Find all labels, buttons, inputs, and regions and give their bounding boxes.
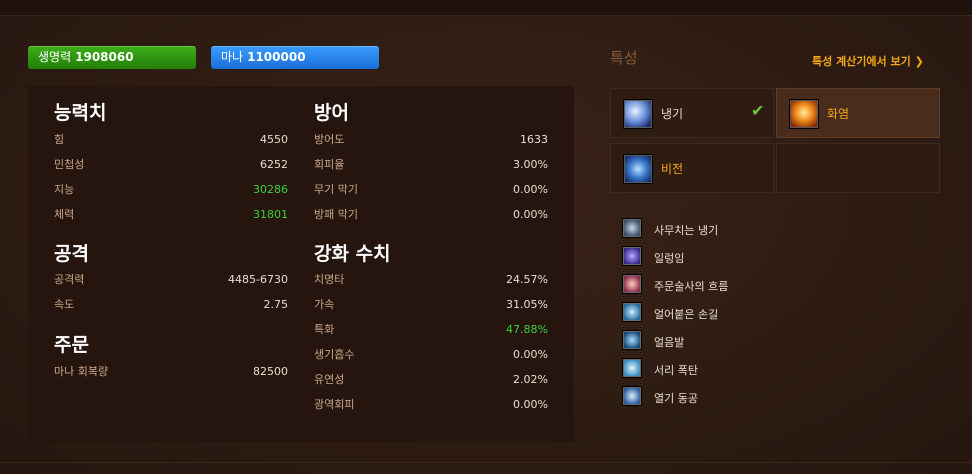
stat-row: 무기 막기 0.00% (314, 180, 548, 200)
stat-row: 체력 31801 (54, 205, 288, 225)
talent-item[interactable]: 얼음발 (622, 330, 922, 352)
talent-item[interactable]: 사무치는 냉기 (622, 218, 922, 240)
section-title-enhancement: 강화 수치 (314, 243, 391, 265)
spec-card-frost[interactable]: 냉기 ✔ (610, 88, 774, 138)
skull-icon (622, 218, 642, 238)
talent-label: 일렁임 (654, 252, 685, 265)
talents-title: 특성 (610, 49, 638, 67)
stat-value: 47.88% (506, 323, 548, 336)
stat-label: 속도 (54, 298, 75, 311)
stat-value: 30286 (253, 183, 288, 196)
stat-row: 지능 30286 (54, 180, 288, 200)
spec-card-fire[interactable]: 화염 (776, 88, 940, 138)
talent-item[interactable]: 얼어붙은 손길 (622, 302, 922, 324)
stat-value: 4550 (260, 133, 288, 146)
stat-label: 광역회피 (314, 398, 355, 411)
health-bar: 생명력 1908060 (28, 46, 196, 69)
stat-label: 특화 (314, 323, 335, 336)
frost-bomb-icon (622, 358, 642, 378)
talent-label: 얼음발 (654, 336, 685, 349)
talent-item[interactable]: 주문술사의 흐름 (622, 274, 922, 296)
top-bar (0, 0, 972, 16)
shimmer-icon (622, 246, 642, 266)
stat-value: 31.05% (506, 298, 548, 311)
stat-value: 0.00% (513, 208, 548, 221)
spec-card-empty (776, 143, 940, 193)
spec-card-arcane[interactable]: 비전 (610, 143, 774, 193)
stat-value: 4485-6730 (228, 273, 288, 286)
stat-row: 유연성 2.02% (314, 370, 548, 390)
stat-row: 방패 막기 0.00% (314, 205, 548, 225)
stat-label: 방패 막기 (314, 208, 358, 221)
frozen-touch-icon (622, 302, 642, 322)
stat-label: 유연성 (314, 373, 345, 386)
check-icon: ✔ (751, 101, 765, 120)
arcane-icon (623, 154, 653, 184)
talent-item[interactable]: 열기 동공 (622, 386, 922, 408)
stat-label: 회피율 (314, 158, 345, 171)
stat-value: 31801 (253, 208, 288, 221)
stat-row: 방어도 1633 (314, 130, 548, 150)
stat-value: 2.02% (513, 373, 548, 386)
mana-label: 마나 (221, 50, 244, 64)
stat-row: 힘 4550 (54, 130, 288, 150)
mana-value: 1100000 (247, 50, 306, 64)
stat-label: 지능 (54, 183, 75, 196)
spec-label-fire: 화염 (827, 107, 850, 121)
stat-label: 마나 회복량 (54, 365, 109, 378)
section-title-defense: 방어 (314, 102, 349, 124)
stat-label: 힘 (54, 133, 65, 146)
health-label: 생명력 (38, 50, 72, 64)
talent-calculator-link[interactable]: 특성 계산기에서 보기 ❯ (812, 53, 924, 69)
stat-value: 24.57% (506, 273, 548, 286)
stat-value: 6252 (260, 158, 288, 171)
stat-row: 회피율 3.00% (314, 155, 548, 175)
stat-label: 무기 막기 (314, 183, 358, 196)
talent-item[interactable]: 일렁임 (622, 246, 922, 268)
stat-label: 체력 (54, 208, 75, 221)
section-title-attack: 공격 (54, 243, 89, 265)
stat-row: 특화 47.88% (314, 320, 548, 340)
stat-row: 마나 회복량 82500 (54, 362, 288, 382)
talent-label: 서리 폭탄 (654, 364, 698, 377)
stat-label: 가속 (314, 298, 335, 311)
frost-icon (623, 99, 653, 129)
stat-row: 속도 2.75 (54, 295, 288, 315)
stats-panel: 능력치힘 4550 민첩성 6252 지능 30286 체력 31801 공격공격력 4485-6… (28, 86, 574, 442)
stat-row: 민첩성 6252 (54, 155, 288, 175)
stat-value: 3.00% (513, 158, 548, 171)
section-title-abilities: 능력치 (54, 102, 107, 124)
stat-label: 방어도 (314, 133, 345, 146)
health-value: 1908060 (75, 50, 134, 64)
spec-label-frost: 냉기 (661, 107, 684, 121)
stat-row: 생기흡수 0.00% (314, 345, 548, 365)
stat-label: 공격력 (54, 273, 85, 286)
hand-icon (622, 274, 642, 294)
stat-value: 1633 (520, 133, 548, 146)
stat-value: 2.75 (263, 298, 289, 311)
spec-label-arcane: 비전 (661, 162, 684, 176)
ice-floes-icon (622, 330, 642, 350)
stat-row: 치명타 24.57% (314, 270, 548, 290)
talent-label: 사무치는 냉기 (654, 224, 719, 237)
stat-label: 민첩성 (54, 158, 85, 171)
stat-value: 82500 (253, 365, 288, 378)
stat-row: 가속 31.05% (314, 295, 548, 315)
stat-value: 0.00% (513, 348, 548, 361)
section-title-spell: 주문 (54, 334, 89, 356)
stat-row: 광역회피 0.00% (314, 395, 548, 415)
talent-label: 열기 동공 (654, 392, 698, 405)
fire-icon (789, 99, 819, 129)
mana-bar: 마나 1100000 (211, 46, 379, 69)
talent-label: 주문술사의 흐름 (654, 280, 729, 293)
stat-value: 0.00% (513, 398, 548, 411)
stat-value: 0.00% (513, 183, 548, 196)
stat-label: 치명타 (314, 273, 345, 286)
talent-item[interactable]: 서리 폭탄 (622, 358, 922, 380)
thermal-void-icon (622, 386, 642, 406)
divider (0, 462, 972, 463)
talent-label: 얼어붙은 손길 (654, 308, 719, 321)
stat-row: 공격력 4485-6730 (54, 270, 288, 290)
stat-label: 생기흡수 (314, 348, 355, 361)
